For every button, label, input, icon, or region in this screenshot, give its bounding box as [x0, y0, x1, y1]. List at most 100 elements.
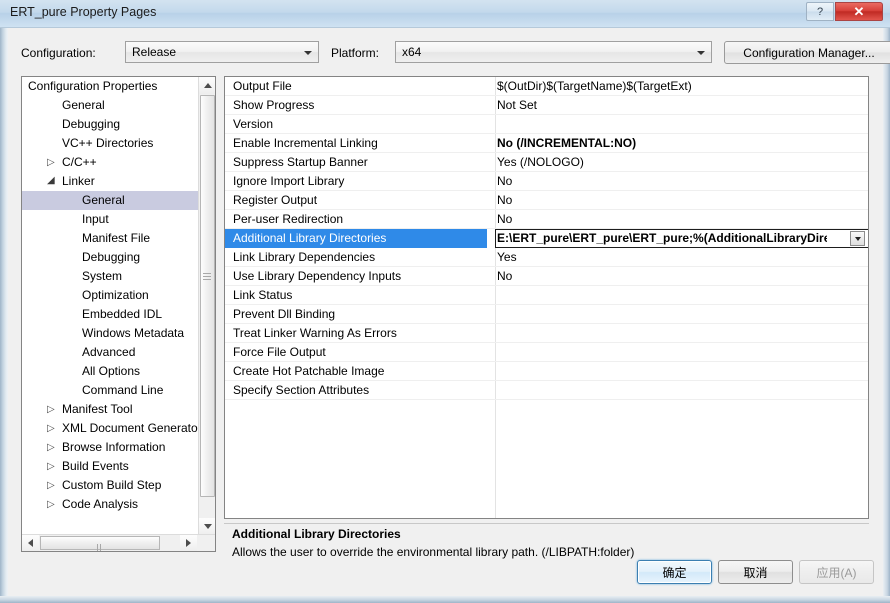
property-row[interactable]: Force File Output — [225, 343, 868, 362]
property-value-editor[interactable] — [495, 229, 868, 248]
tree-hscroll-thumb[interactable] — [40, 536, 160, 551]
expander-closed-icon[interactable] — [47, 419, 57, 438]
expander-open-icon[interactable] — [22, 82, 23, 91]
property-row[interactable]: Link Library Dependencies Yes — [225, 248, 868, 267]
property-name: Prevent Dll Binding — [233, 307, 336, 321]
tree-item-label: Debugging — [82, 250, 141, 264]
property-name: Treat Linker Warning As Errors — [233, 326, 397, 340]
tree-item-custom-build-step[interactable]: Custom Build Step — [22, 476, 198, 495]
property-grid[interactable]: Output File $(OutDir)$(TargetName)$(Targe… — [224, 76, 869, 519]
tree-item-general[interactable]: General — [22, 96, 198, 115]
property-row[interactable]: Show Progress Not Set — [225, 96, 868, 115]
tree-item-debugging[interactable]: Debugging — [22, 248, 198, 267]
ok-button[interactable]: 确定 — [637, 560, 712, 584]
property-name: Link Status — [233, 288, 293, 302]
tree-item-label: Windows Metadata — [82, 326, 185, 340]
tree-item-xml-document-generator[interactable]: XML Document Generator — [22, 419, 198, 438]
property-row[interactable]: Per-user Redirection No — [225, 210, 868, 229]
property-row[interactable]: Treat Linker Warning As Errors — [225, 324, 868, 343]
property-value: Yes — [497, 250, 517, 264]
property-row[interactable]: Ignore Import Library No — [225, 172, 868, 191]
property-row[interactable]: Enable Incremental Linking No (/INCREMENT… — [225, 134, 868, 153]
property-row[interactable]: Link Status — [225, 286, 868, 305]
tree-item-manifest-tool[interactable]: Manifest Tool — [22, 400, 198, 419]
property-row[interactable]: Additional Library Directories E:\ERT_pur… — [225, 229, 868, 248]
property-row[interactable]: Register Output No — [225, 191, 868, 210]
tree-item-label: Build Events — [62, 459, 129, 473]
configuration-value: Release — [132, 45, 177, 59]
property-row[interactable]: Use Library Dependency Inputs No — [225, 267, 868, 286]
cancel-button[interactable]: 取消 — [718, 560, 793, 584]
tree-item-general[interactable]: General — [22, 191, 198, 210]
tree-item-windows-metadata[interactable]: Windows Metadata — [22, 324, 198, 343]
expander-closed-icon[interactable] — [47, 495, 57, 514]
tree-item-label: Debugging — [62, 117, 121, 131]
tree-item-all-options[interactable]: All Options — [22, 362, 198, 381]
tree-item-debugging[interactable]: Debugging — [22, 115, 198, 134]
tree-item-system[interactable]: System — [22, 267, 198, 286]
tree-item-advanced[interactable]: Advanced — [22, 343, 198, 362]
tree-item-vc-directories[interactable]: VC++ Directories — [22, 134, 198, 153]
tree-item-command-line[interactable]: Command Line — [22, 381, 198, 400]
tree-vscroll-thumb[interactable] — [200, 95, 215, 497]
close-icon[interactable]: ✕ — [835, 2, 883, 21]
expander-closed-icon[interactable] — [47, 457, 57, 476]
tree-item-label: Embedded IDL — [82, 307, 163, 321]
property-row[interactable]: Version — [225, 115, 868, 134]
property-name: Per-user Redirection — [233, 212, 344, 226]
window-frame-bottom — [0, 596, 890, 603]
configuration-select[interactable]: Release — [125, 41, 319, 63]
expander-closed-icon[interactable] — [47, 153, 57, 172]
platform-select[interactable]: x64 — [395, 41, 712, 63]
tree-horizontal-scrollbar[interactable] — [22, 534, 215, 551]
tree-item-browse-information[interactable]: Browse Information — [22, 438, 198, 457]
property-row[interactable]: Specify Section Attributes — [225, 381, 868, 400]
property-name: Register Output — [233, 193, 318, 207]
tree-item-label: Command Line — [82, 383, 164, 397]
tree-item-linker[interactable]: Linker — [22, 172, 198, 191]
scroll-up-icon[interactable] — [199, 77, 215, 94]
expander-closed-icon[interactable] — [47, 438, 57, 457]
tree-item-build-events[interactable]: Build Events — [22, 457, 198, 476]
scroll-right-icon[interactable] — [180, 535, 197, 551]
tree-item-label: Advanced — [82, 345, 136, 359]
property-name: Enable Incremental Linking — [233, 136, 378, 150]
configuration-manager-button[interactable]: Configuration Manager... — [724, 41, 890, 64]
tree-item-embedded-idl[interactable]: Embedded IDL — [22, 305, 198, 324]
scrollbar-corner — [198, 535, 215, 551]
property-value: No — [497, 193, 513, 207]
tree-item-input[interactable]: Input — [22, 210, 198, 229]
scroll-down-icon[interactable] — [199, 518, 215, 535]
tree-item-label: Input — [82, 212, 109, 226]
tree-item-code-analysis[interactable]: Code Analysis — [22, 495, 198, 514]
tree-item-label: Custom Build Step — [62, 478, 162, 492]
tree-item-manifest-file[interactable]: Manifest File — [22, 229, 198, 248]
caption-buttons: ? ✕ — [806, 2, 883, 21]
property-row[interactable]: Create Hot Patchable Image — [225, 362, 868, 381]
help-icon[interactable]: ? — [806, 2, 834, 21]
expander-closed-icon[interactable] — [47, 476, 57, 495]
tree-item-label: Optimization — [82, 288, 149, 302]
tree-vertical-scrollbar[interactable] — [198, 77, 215, 535]
property-row[interactable]: Prevent Dll Binding — [225, 305, 868, 324]
tree-item-label: C/C++ — [62, 155, 97, 169]
tree-item-label: Manifest Tool — [62, 402, 133, 416]
property-grid-rows: Output File $(OutDir)$(TargetName)$(Targe… — [225, 77, 868, 400]
tree-item-configuration-properties[interactable]: Configuration Properties — [22, 77, 198, 96]
chevron-down-icon[interactable] — [850, 231, 865, 246]
tree-item-label: Browse Information — [62, 440, 166, 454]
configuration-tree[interactable]: Configuration Properties General Debugging… — [21, 76, 216, 552]
property-row[interactable]: Suppress Startup Banner Yes (/NOLOGO) — [225, 153, 868, 172]
expander-closed-icon[interactable] — [47, 400, 57, 419]
scroll-left-icon[interactable] — [22, 535, 39, 551]
chevron-down-icon — [697, 51, 705, 55]
property-row[interactable]: Output File $(OutDir)$(TargetName)$(Targe… — [225, 77, 868, 96]
platform-value: x64 — [402, 45, 422, 59]
apply-button[interactable]: 应用(A) — [799, 560, 874, 584]
property-value: Not Set — [497, 98, 538, 112]
tree-item-optimization[interactable]: Optimization — [22, 286, 198, 305]
expander-open-icon[interactable] — [48, 177, 57, 186]
title-bar[interactable]: ERT_pure Property Pages ? ✕ — [0, 0, 890, 28]
tree-item-c-c[interactable]: C/C++ — [22, 153, 198, 172]
configuration-label: Configuration: — [21, 46, 96, 60]
